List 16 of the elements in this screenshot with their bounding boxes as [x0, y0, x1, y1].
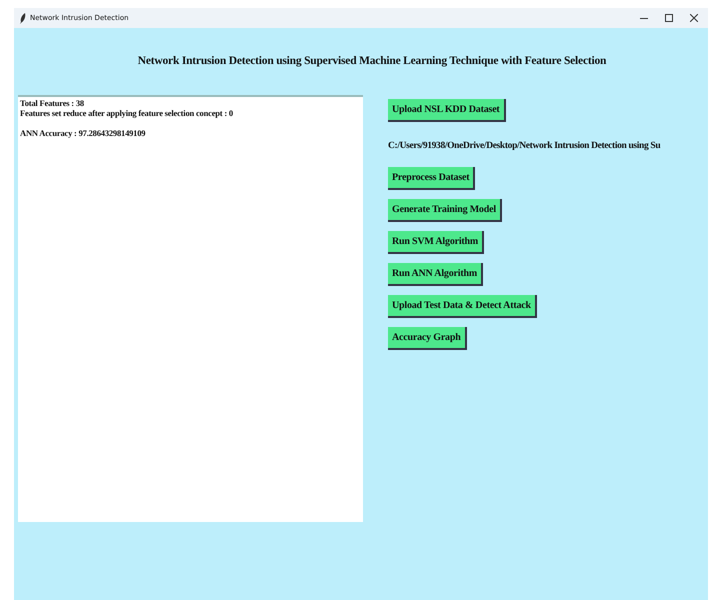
output-text-area[interactable]: Total Features : 38 Features set reduce after applying feature selection concept : 0 ANN Accuracy : 97.28643298149109 [18, 95, 363, 522]
feather-icon [20, 12, 26, 24]
output-line: Total Features : 38 [20, 98, 84, 108]
file-path-label: C:/Users/91938/OneDrive/Desktop/Network Intrusion Detection using Su [388, 141, 660, 151]
upload-dataset-button[interactable]: Upload NSL KDD Dataset [388, 99, 506, 122]
action-button[interactable]: Run SVM Algorithm [388, 231, 484, 254]
app-heading: Network Intrusion Detection using Supervised Machine Learning Technique with Feature Selection [136, 55, 608, 67]
maximize-icon[interactable] [665, 14, 673, 22]
action-button[interactable]: Accuracy Graph [388, 327, 467, 350]
close-icon[interactable] [690, 14, 698, 22]
action-button[interactable]: Run ANN Algorithm [388, 263, 483, 286]
output-line: Features set reduce after applying feature selection concept : 0 [20, 108, 233, 118]
action-button[interactable]: Upload Test Data & Detect Attack [388, 295, 537, 318]
output-line: ANN Accuracy : 97.28643298149109 [20, 128, 146, 138]
action-button[interactable]: Generate Training Model [388, 199, 502, 222]
action-button[interactable]: Preprocess Dataset [388, 167, 476, 190]
